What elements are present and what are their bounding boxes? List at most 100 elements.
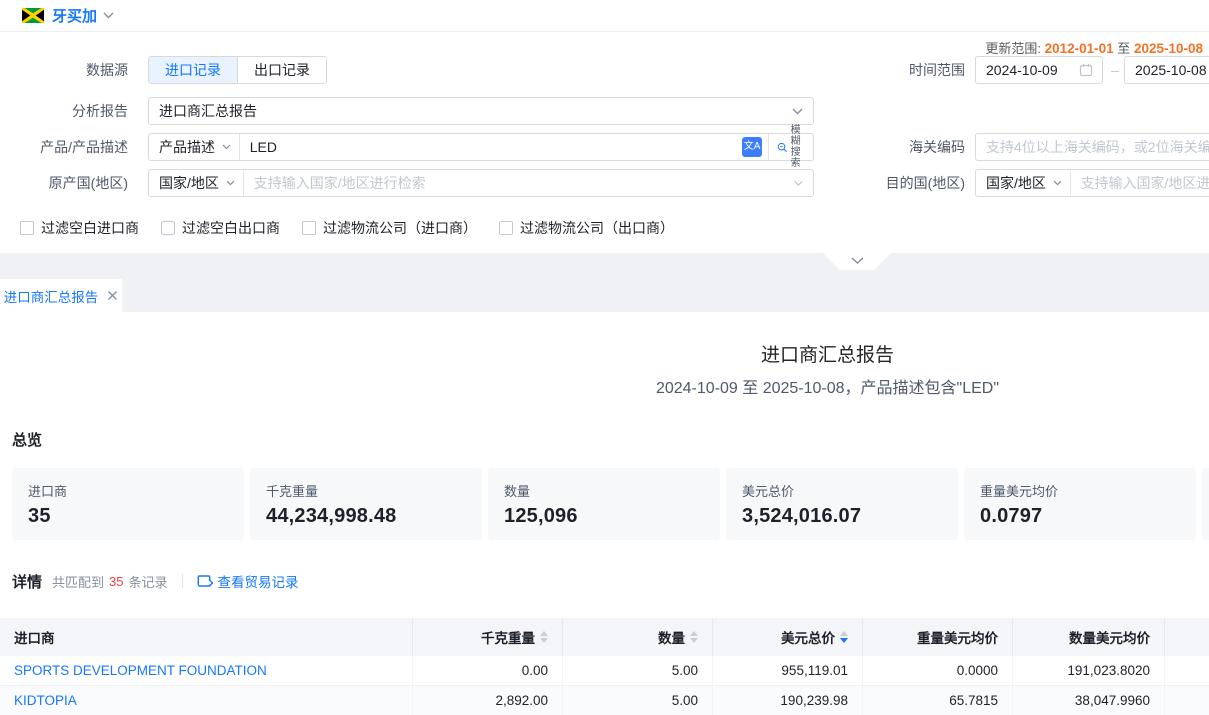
overview-card-label: 千克重量 [266,481,466,500]
close-icon[interactable] [107,290,118,301]
report-select-label: 分析报告 [0,97,138,125]
collapse-panel-handle[interactable] [823,253,891,270]
translate-icon[interactable]: 文A [742,137,762,157]
cell-3: 190,239.98 [713,686,863,715]
filter-checkbox-1[interactable]: 过滤空白出口商 [161,218,280,238]
view-trade-records-label: 查看贸易记录 [218,571,299,591]
date-end-field[interactable] [1124,56,1209,84]
topbar: 牙买加 [0,0,1209,32]
filter-checkbox-label: 过滤物流公司（进口商） [323,218,477,238]
column-header-label: 数量美元均价 [1069,627,1150,647]
column-header-2[interactable]: 数量 [563,618,713,656]
overview-cards: 进口商35千克重量44,234,998.48数量125,096美元总价3,524… [12,468,1209,540]
destination-type-value: 国家/地区 [986,173,1046,193]
report-content: 进口商汇总报告 2024-10-09 至 2025-10-08，产品描述包含"L… [0,312,1209,715]
view-trade-records-link[interactable]: 查看贸易记录 [197,571,299,591]
country-selector[interactable]: 牙买加 [52,5,97,26]
calendar-icon [1079,63,1093,77]
overview-heading: 总览 [12,429,42,450]
cell-2: 5.00 [563,656,713,685]
product-type-value: 产品描述 [159,137,215,157]
cell-5: 38,047.9960 [1013,686,1165,715]
data-source-tab-0[interactable]: 进口记录 [149,57,237,83]
overview-card-label: 美元总价 [742,481,942,500]
data-source-label: 数据源 [0,56,138,84]
date-start-field[interactable] [975,56,1103,84]
checkbox-icon [302,221,316,235]
table-row: KIDTOPIA2,892.005.00190,239.9865.781538,… [0,686,1209,715]
date-end-input[interactable] [1125,62,1209,78]
filter-checkbox-label: 过滤物流公司（出口商） [520,218,674,238]
product-label: 产品/产品描述 [0,133,138,161]
report-select[interactable]: 进口商汇总报告 [148,97,814,125]
hs-code-label: 海关编码 [858,133,965,161]
cell-3: 955,119.01 [713,656,863,685]
sort-icon[interactable] [690,631,698,643]
report-select-value: 进口商汇总报告 [149,98,267,124]
column-header-3[interactable]: 美元总价 [713,618,863,656]
column-header-4: 重量美元均价 [863,618,1013,656]
product-description-input[interactable] [240,139,736,155]
cell-4: 0.0000 [863,656,1013,685]
fuzzy-search-icon [777,140,788,155]
filter-checkbox-3[interactable]: 过滤物流公司（出口商） [499,218,674,238]
hs-code-input[interactable] [976,139,1209,155]
chevron-down-icon [1053,180,1062,186]
details-heading: 详情 [12,571,42,592]
destination-type-select[interactable]: 国家/地区 [976,170,1070,196]
product-type-select[interactable]: 产品描述 [149,134,239,160]
column-header-1[interactable]: 千克重量 [413,618,563,656]
sort-icon[interactable] [540,631,548,643]
overview-card-value: 35 [28,505,228,528]
origin-search-input[interactable] [244,175,788,191]
destination-field: 国家/地区 [975,169,1209,197]
sort-asc-caret [540,631,548,636]
table-header: 进口商 千克重量数量美元总价重量美元均价 数量美元均价 [0,618,1209,656]
date-start-input[interactable] [976,62,1079,78]
update-range-end: 2025-10-08 [1134,41,1203,56]
hs-code-field[interactable] [975,133,1209,161]
sort-icon[interactable] [840,631,848,643]
importer-link[interactable]: KIDTOPIA [0,686,413,715]
table-body: SPORTS DEVELOPMENT FOUNDATION0.005.00955… [0,656,1209,715]
data-source-tab-1[interactable]: 出口记录 [237,57,326,83]
cell-1: 0.00 [413,656,563,685]
filter-panel: 更新范围: 2012-01-01 至 2025-10-08 数据源 进口记录出口… [0,32,1209,253]
checkbox-icon [161,221,175,235]
origin-type-select[interactable]: 国家/地区 [149,170,243,196]
update-range: 更新范围: 2012-01-01 至 2025-10-08 [985,38,1203,57]
filter-checkbox-label: 过滤空白出口商 [182,218,280,238]
overview-card-value: 125,096 [504,505,704,528]
product-field: 产品描述 文A 模糊 搜索 [148,133,814,161]
cell-1: 2,892.00 [413,686,563,715]
cell-2: 5.00 [563,686,713,715]
destination-search-input[interactable] [1071,175,1209,191]
overview-card-0: 进口商35 [12,468,244,540]
cell-filler [1165,656,1209,685]
importer-link[interactable]: SPORTS DEVELOPMENT FOUNDATION [0,656,413,685]
chevron-down-icon [222,144,231,150]
chevron-down-icon[interactable] [103,12,114,19]
date-range-separator: – [1108,56,1122,84]
overview-card-value: 3,524,016.07 [742,505,942,528]
filter-checkbox-label: 过滤空白进口商 [41,218,139,238]
cell-5: 191,023.8020 [1013,656,1165,685]
origin-field: 国家/地区 [148,169,814,197]
tab-importer-summary-report[interactable]: 进口商汇总报告 [0,279,122,312]
match-suffix: 条记录 [129,572,168,591]
overview-card-1: 千克重量44,234,998.48 [250,468,482,540]
origin-label: 原产国(地区) [0,169,138,197]
filter-checkbox-0[interactable]: 过滤空白进口商 [20,218,139,238]
sort-asc-caret [690,631,698,636]
table-row: SPORTS DEVELOPMENT FOUNDATION0.005.00955… [0,656,1209,686]
report-subtitle: 2024-10-09 至 2025-10-08，产品描述包含"LED" [0,374,1209,398]
cell-filler [1165,686,1209,715]
column-header-label: 进口商 [14,627,55,647]
update-range-start: 2012-01-01 [1045,41,1114,56]
filter-checkbox-2[interactable]: 过滤物流公司（进口商） [302,218,477,238]
fuzzy-search-button[interactable]: 模糊 搜索 [769,125,813,169]
chevron-down-icon [794,180,803,187]
match-count: 35 [109,574,123,589]
overview-card-4: 重量美元均价0.0797 [964,468,1196,540]
fuzzy-label-line2: 搜索 [791,147,805,169]
